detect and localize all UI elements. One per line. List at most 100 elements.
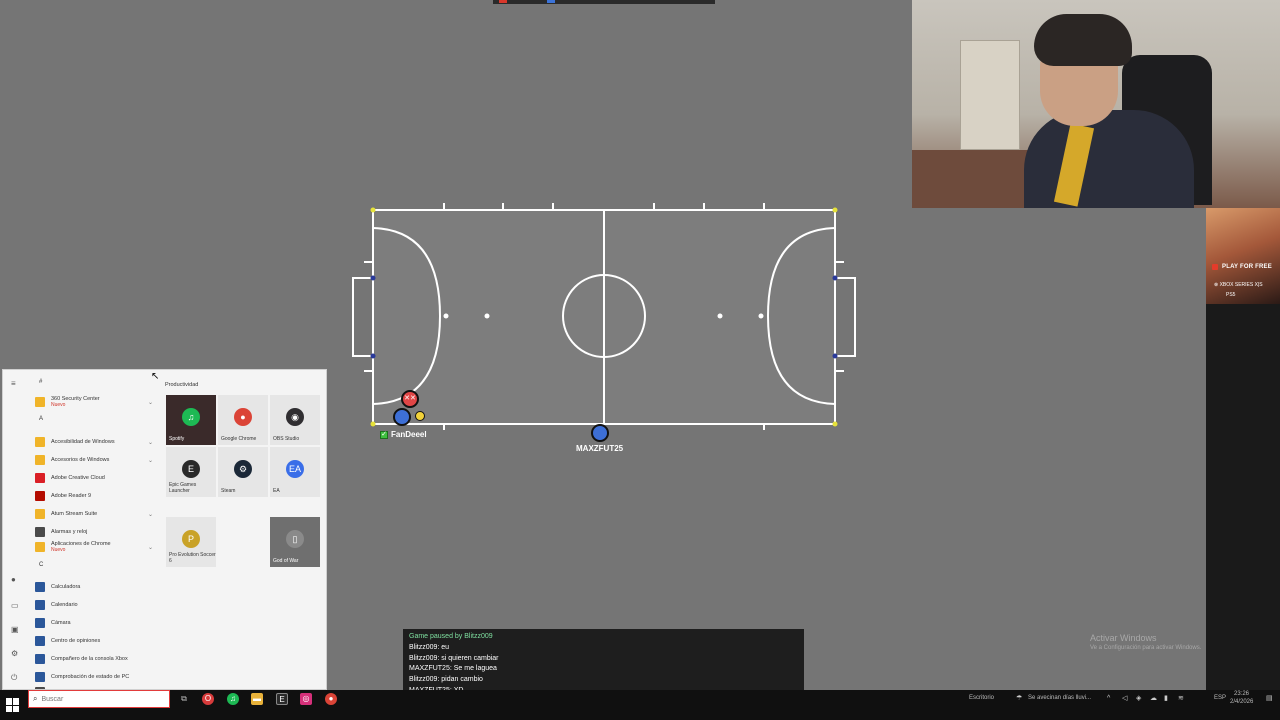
search-input[interactable] bbox=[41, 695, 152, 703]
app-list-item[interactable]: 360 Security Center Nuevo ⌄ bbox=[29, 395, 157, 409]
battery-icon[interactable]: ▮ bbox=[1164, 695, 1172, 703]
document-icon[interactable]: ▭ bbox=[11, 602, 20, 610]
app-list-item[interactable]: Calculadora bbox=[29, 580, 157, 594]
app-list-item[interactable]: Comprobación de estado de PC bbox=[29, 670, 157, 684]
ball bbox=[415, 411, 425, 421]
app-label: Compañero de la consola Xbox bbox=[51, 656, 128, 662]
folder-icon bbox=[35, 542, 45, 552]
section-letter[interactable]: C bbox=[39, 562, 43, 568]
app-list-item[interactable]: Accesibilidad de Windows ⌄ bbox=[29, 435, 157, 449]
settings-icon[interactable]: ⚙ bbox=[11, 650, 20, 658]
play-for-free-row: PLAY FOR FREE bbox=[1212, 264, 1272, 270]
tile-pes[interactable]: P Pro Evolution Soccer 6 bbox=[166, 517, 216, 567]
clock-date[interactable]: 2/4/2026 bbox=[1230, 699, 1253, 705]
app-label: Accesibilidad de Windows bbox=[51, 439, 115, 445]
tile-ea[interactable]: EA EA bbox=[270, 447, 320, 497]
ready-check-icon: ✓ bbox=[380, 431, 388, 439]
game-ad-banner[interactable]: PLAY FOR FREE ⊗ XBOX SERIES X|S PS5 bbox=[1206, 208, 1280, 304]
chat-system-message: Game paused by Blitzz009 bbox=[409, 633, 493, 640]
tile-obs[interactable]: ◉ OBS Studio bbox=[270, 395, 320, 445]
network-icon[interactable]: ◈ bbox=[1136, 695, 1144, 703]
tile-label: Steam bbox=[221, 488, 236, 494]
tile-chrome[interactable]: ● Google Chrome bbox=[218, 395, 268, 445]
activate-title: Activar Windows bbox=[1090, 633, 1157, 643]
app-list-item[interactable]: Adobe Reader 9 bbox=[29, 489, 157, 503]
calculator-icon bbox=[35, 582, 45, 592]
file-explorer-icon[interactable]: ▬ bbox=[251, 693, 263, 705]
app-list-item[interactable]: Calendario bbox=[29, 598, 157, 612]
cloud-icon[interactable]: ☁ bbox=[1150, 695, 1158, 703]
app-list-item[interactable]: Aplicaciones de Chrome Nuevo ⌄ bbox=[29, 540, 157, 554]
app-list-item[interactable]: Accesorios de Windows ⌄ bbox=[29, 453, 157, 467]
power-icon[interactable]: ⏻ bbox=[11, 674, 20, 682]
obs-icon: ◉ bbox=[286, 408, 304, 426]
webcam-feed bbox=[912, 0, 1280, 208]
app-list-item[interactable]: Compañero de la consola Xbox bbox=[29, 652, 157, 666]
notification-icon[interactable]: ▤ bbox=[1266, 695, 1274, 703]
chevron-down-icon[interactable]: ⌄ bbox=[148, 439, 153, 446]
tile-epic-games[interactable]: E Epic Games Launcher bbox=[166, 447, 216, 497]
folder-icon bbox=[35, 437, 45, 447]
pdf-icon bbox=[35, 491, 45, 501]
app-label-text: Compañero de la consola Xbox bbox=[51, 656, 128, 662]
tile-label: God of War bbox=[273, 558, 299, 564]
windows-start-button[interactable] bbox=[6, 698, 20, 712]
chrome-taskbar-icon[interactable]: ● bbox=[325, 693, 337, 705]
tile-label: Google Chrome bbox=[221, 436, 257, 442]
language-indicator[interactable]: ESP bbox=[1214, 695, 1226, 701]
task-view-icon[interactable]: ⧉ bbox=[178, 693, 190, 705]
pes-icon: P bbox=[182, 530, 200, 548]
player-name-fandeeel: FanDeeel bbox=[391, 430, 427, 439]
volume-icon[interactable]: ◁ bbox=[1122, 695, 1130, 703]
clock-icon bbox=[35, 527, 45, 537]
wifi-icon[interactable]: ≋ bbox=[1178, 695, 1186, 703]
opera-icon[interactable]: O bbox=[202, 693, 214, 705]
desktop-label[interactable]: Escritorio bbox=[969, 695, 994, 701]
chat-message: Blitzz009: pidan cambio bbox=[409, 676, 483, 684]
tile-spotify[interactable]: ♫ Spotify bbox=[166, 395, 216, 445]
chevron-down-icon[interactable]: ⌄ bbox=[148, 399, 153, 406]
hamburger-icon[interactable]: ≡ bbox=[11, 380, 20, 388]
webcam-person-torso bbox=[1024, 110, 1194, 208]
app-list-item[interactable]: Adobe Creative Cloud bbox=[29, 471, 157, 485]
app-list-item[interactable]: Alarmas y reloj bbox=[29, 525, 157, 539]
blue-player-maxzfut25 bbox=[591, 424, 609, 442]
activate-subtitle: Ve a Configuración para activar Windows. bbox=[1090, 645, 1202, 651]
new-badge: Nuevo bbox=[51, 402, 66, 408]
instagram-icon[interactable]: ◎ bbox=[300, 693, 312, 705]
section-letter[interactable]: A bbox=[39, 416, 43, 422]
tile-steam[interactable]: ⚙ Steam bbox=[218, 447, 268, 497]
pictures-icon[interactable]: ▣ bbox=[11, 626, 20, 634]
app-list-item[interactable]: Centro de opiniones bbox=[29, 634, 157, 648]
webcam-shelf bbox=[960, 40, 1020, 150]
game-chat: Game paused by Blitzz009 Blitzz009: eu Bli… bbox=[403, 629, 804, 690]
red-player: ✕✕ bbox=[401, 390, 419, 408]
chevron-down-icon[interactable]: ⌄ bbox=[148, 457, 153, 464]
tile-document[interactable]: ▯ God of War bbox=[270, 517, 320, 567]
app-list-item[interactable]: Atum Stream Suite ⌄ bbox=[29, 507, 157, 521]
app-label: Alarmas y reloj bbox=[51, 529, 87, 535]
chat-message: Blitzz009: eu bbox=[409, 643, 450, 651]
spotify-taskbar-icon[interactable]: ♫ bbox=[227, 693, 239, 705]
user-icon[interactable]: ● bbox=[11, 576, 20, 584]
tile-label: EA bbox=[273, 488, 280, 494]
section-letter[interactable]: # bbox=[39, 379, 42, 385]
start-rail: ≡ ● ▭ ▣ ⚙ ⏻ bbox=[3, 370, 27, 689]
chevron-down-icon[interactable]: ⌄ bbox=[148, 544, 153, 551]
app-label: Atum Stream Suite bbox=[51, 511, 97, 517]
weather-text[interactable]: Se avecinan días lluvi... bbox=[1028, 695, 1091, 701]
app-label-text: Calendario bbox=[51, 602, 78, 608]
creative-cloud-icon bbox=[35, 473, 45, 483]
platform-ps5: PS5 bbox=[1226, 292, 1236, 298]
spotify-icon: ♫ bbox=[182, 408, 200, 426]
epic-games-icon: E bbox=[182, 460, 200, 478]
app-list-item[interactable]: Cámara bbox=[29, 616, 157, 630]
clock-time[interactable]: 23:26 bbox=[1234, 691, 1249, 697]
left-goal bbox=[352, 277, 374, 357]
chrome-icon: ● bbox=[234, 408, 252, 426]
taskbar-search[interactable]: ⌕ bbox=[28, 690, 170, 708]
chevron-down-icon[interactable]: ⌄ bbox=[148, 511, 153, 518]
chevron-up-icon[interactable]: ^ bbox=[1107, 695, 1115, 703]
folder-icon bbox=[35, 509, 45, 519]
epic-taskbar-icon[interactable]: E bbox=[276, 693, 288, 705]
